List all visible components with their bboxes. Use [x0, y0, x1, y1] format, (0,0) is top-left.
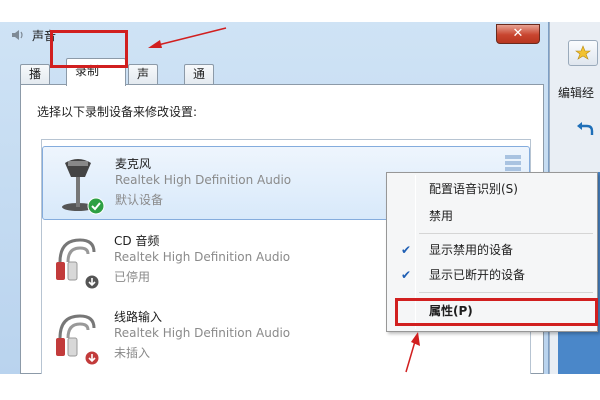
check-icon: ✔: [401, 243, 412, 257]
bottom-band: [0, 374, 600, 400]
menu-item-show-disconnected[interactable]: ✔ 显示已断开的设备: [389, 263, 595, 287]
disabled-arrow-icon: [84, 274, 100, 290]
menu-item-label: 显示已断开的设备: [429, 268, 526, 282]
device-status: 默认设备: [115, 193, 164, 207]
close-button[interactable]: ✕: [496, 24, 540, 44]
device-name: 麦克风: [115, 157, 152, 171]
tab-communications[interactable]: 通信: [184, 64, 215, 100]
check-icon: ✔: [401, 268, 412, 282]
undo-arrow-icon[interactable]: [576, 120, 594, 138]
unplugged-icon: [84, 350, 100, 366]
menu-separator: [419, 292, 593, 293]
tab-sounds[interactable]: 声音: [128, 64, 159, 100]
device-status: 已停用: [114, 270, 151, 284]
menu-separator: [419, 233, 593, 234]
default-check-icon: [87, 197, 105, 215]
properties-highlight-box: [395, 298, 598, 326]
star-icon: [575, 45, 591, 60]
menu-item-label: 禁用: [429, 209, 454, 223]
device-driver: Realtek High Definition Audio: [115, 173, 292, 187]
menu-item-configure-speech[interactable]: 配置语音识别(S): [389, 177, 595, 201]
speaker-icon: [12, 30, 23, 40]
device-name: CD 音频: [114, 234, 160, 248]
close-icon: ✕: [512, 26, 524, 41]
device-driver: Realtek High Definition Audio: [114, 326, 291, 340]
menu-item-label: 配置语音识别(S): [429, 182, 518, 196]
device-name: 线路输入: [114, 310, 163, 324]
menu-item-show-disabled[interactable]: ✔ 显示禁用的设备: [389, 238, 595, 262]
instruction-text: 选择以下录制设备来修改设置:: [37, 105, 198, 119]
favorites-button[interactable]: [568, 40, 598, 66]
menu-item-label: 显示禁用的设备: [429, 243, 514, 257]
tab-playback[interactable]: 播放: [20, 64, 51, 100]
device-status: 未插入: [114, 346, 151, 360]
menu-item-disable[interactable]: 禁用: [389, 204, 595, 228]
tab-highlight-box: [50, 30, 128, 68]
background-window-text: 编辑经: [558, 86, 595, 100]
device-driver: Realtek High Definition Audio: [114, 250, 291, 264]
